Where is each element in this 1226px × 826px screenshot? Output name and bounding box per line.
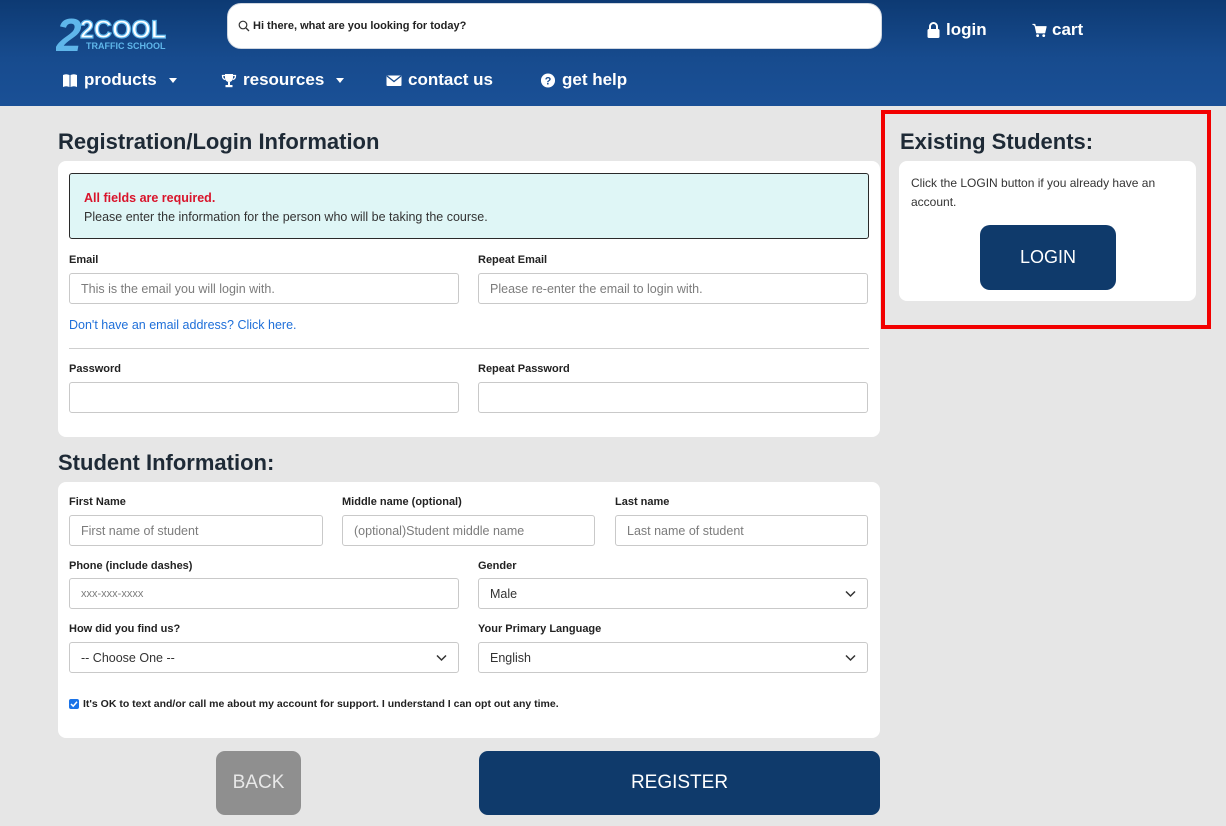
book-icon <box>63 73 77 87</box>
notice-message: Please enter the information for the per… <box>84 210 488 224</box>
language-select[interactable]: English <box>478 642 868 673</box>
consent-row: It's OK to text and/or call me about my … <box>69 698 559 710</box>
consent-checkbox[interactable] <box>69 699 79 709</box>
svg-text:?: ? <box>545 75 552 87</box>
existing-text: Click the LOGIN button if you already ha… <box>911 176 1156 209</box>
find-us-label: How did you find us? <box>69 623 181 635</box>
find-us-value: -- Choose One -- <box>81 650 175 665</box>
chevron-down-icon <box>845 654 856 661</box>
phone-field[interactable] <box>69 578 459 609</box>
password-field[interactable] <box>69 382 459 413</box>
find-us-select[interactable]: -- Choose One -- <box>69 642 459 673</box>
first-name-label: First Name <box>69 496 126 508</box>
language-label: Your Primary Language <box>478 623 602 635</box>
site-logo[interactable]: 2 2COOL TRAFFIC SCHOOL <box>56 8 176 54</box>
middle-name-label: Middle name (optional) <box>342 496 462 508</box>
student-title: Student Information: <box>58 450 275 475</box>
chevron-down-icon <box>168 77 177 83</box>
login-link[interactable]: login <box>926 20 987 40</box>
chevron-down-icon <box>845 590 856 597</box>
logo-sub: TRAFFIC SCHOOL <box>86 41 166 51</box>
help-icon: ? <box>540 72 556 88</box>
no-email-link[interactable]: Don't have an email address? Click here. <box>69 318 297 332</box>
svg-text:2: 2 <box>56 9 82 54</box>
search-input[interactable] <box>253 20 853 32</box>
required-notice: All fields are required. Please enter th… <box>69 173 869 239</box>
chevron-down-icon <box>336 77 345 83</box>
gender-label: Gender <box>478 560 517 572</box>
first-name-field[interactable] <box>69 515 323 546</box>
last-name-field[interactable] <box>615 515 868 546</box>
repeat-password-field[interactable] <box>478 382 868 413</box>
nav-resources-label: resources <box>243 70 325 89</box>
middle-name-field[interactable] <box>342 515 595 546</box>
nav-help[interactable]: ? get help <box>540 70 627 90</box>
lock-icon <box>927 22 940 38</box>
last-name-label: Last name <box>615 496 670 508</box>
login-label: login <box>946 20 987 39</box>
search-bar[interactable] <box>227 3 882 49</box>
cart-label: cart <box>1052 20 1084 39</box>
chevron-down-icon <box>436 654 447 661</box>
check-icon <box>70 701 78 708</box>
nav-products[interactable]: products <box>62 70 177 90</box>
repeat-password-label: Repeat Password <box>478 363 570 375</box>
nav-products-label: products <box>84 70 157 89</box>
phone-label: Phone (include dashes) <box>69 560 193 572</box>
login-button[interactable]: LOGIN <box>980 225 1116 290</box>
notice-required: All fields are required. <box>84 191 216 205</box>
gender-select[interactable]: Male <box>478 578 868 609</box>
registration-title: Registration/Login Information <box>58 129 380 154</box>
search-icon <box>238 20 250 32</box>
email-field[interactable] <box>69 273 459 304</box>
logo-text: 2COOL <box>80 16 166 44</box>
gender-value: Male <box>490 586 518 601</box>
nav-resources[interactable]: resources <box>221 70 345 90</box>
nav-contact[interactable]: contact us <box>386 70 493 90</box>
envelope-icon <box>386 74 402 86</box>
repeat-email-field[interactable] <box>478 273 868 304</box>
nav-help-label: get help <box>562 70 628 89</box>
email-label: Email <box>69 254 99 266</box>
existing-title: Existing Students: <box>900 129 1094 154</box>
password-label: Password <box>69 363 121 375</box>
nav-contact-label: contact us <box>408 70 494 89</box>
section-divider <box>69 348 869 349</box>
language-value: English <box>490 650 531 665</box>
cart-icon <box>1032 23 1047 38</box>
cart-link[interactable]: cart <box>1032 20 1083 40</box>
trophy-icon <box>221 73 237 87</box>
register-button[interactable]: REGISTER <box>479 751 880 815</box>
consent-text: It's OK to text and/or call me about my … <box>83 698 559 710</box>
site-header: 2 2COOL TRAFFIC SCHOOL login cart produc… <box>0 0 1226 106</box>
repeat-email-label: Repeat Email <box>478 254 548 266</box>
back-button[interactable]: BACK <box>216 751 301 815</box>
